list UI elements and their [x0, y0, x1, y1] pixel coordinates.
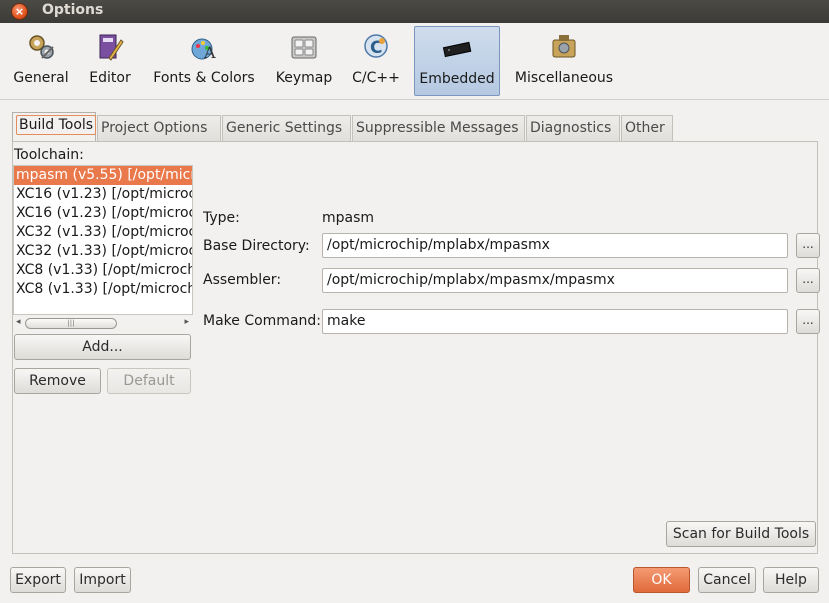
tab-other[interactable]: Other: [621, 115, 673, 141]
tab-project-options[interactable]: Project Options: [97, 115, 221, 141]
misc-tools-icon: [552, 35, 576, 58]
scrollbar-thumb[interactable]: |||: [25, 318, 117, 329]
toolbar-editor[interactable]: Editor: [82, 26, 138, 96]
keyboard-icon: [291, 36, 317, 59]
list-item[interactable]: XC8 (v1.33) [/opt/microchip/xc8/v1.33/bi…: [14, 261, 192, 280]
tab-label: Generic Settings: [226, 120, 343, 136]
c-language-icon: C: [364, 34, 388, 58]
type-value: mpasm: [322, 210, 375, 226]
category-toolbar: General Editor A Fonts & Colors Keymap C…: [0, 23, 829, 100]
toolbar-label: General: [13, 70, 69, 86]
export-button[interactable]: Export: [10, 567, 66, 593]
close-icon[interactable]: ×: [11, 3, 28, 20]
make-command-label: Make Command:: [203, 313, 322, 329]
toolbar-label: Editor: [89, 70, 131, 86]
base-directory-field[interactable]: /opt/microchip/mplabx/mpasmx: [322, 233, 788, 258]
default-button[interactable]: Default: [107, 368, 191, 394]
tab-generic-settings[interactable]: Generic Settings: [222, 115, 351, 141]
horizontal-scrollbar[interactable]: ◂ ||| ▸: [13, 316, 193, 332]
make-command-field[interactable]: make: [322, 309, 788, 334]
list-item[interactable]: mpasm (v5.55) [/opt/microchip/mplabx/mpa…: [14, 166, 192, 185]
list-item[interactable]: XC32 (v1.33) [/opt/microchip/xc32/v1.33/…: [14, 223, 192, 242]
window-title: Options: [42, 2, 104, 18]
help-button[interactable]: Help: [763, 567, 819, 593]
browse-make-command-button[interactable]: ...: [796, 309, 820, 334]
tab-diagnostics[interactable]: Diagnostics: [526, 115, 620, 141]
browse-base-directory-button[interactable]: ...: [796, 233, 820, 258]
type-label: Type:: [203, 210, 240, 226]
list-item[interactable]: XC16 (v1.23) [/opt/microchip/xc16/v1.23/…: [14, 204, 192, 223]
import-button[interactable]: Import: [74, 567, 131, 593]
base-directory-label: Base Directory:: [203, 238, 310, 254]
tab-label: Suppressible Messages: [356, 120, 519, 136]
list-item[interactable]: XC32 (v1.33) [/opt/microchip/xc32/v1.33/…: [14, 242, 192, 261]
toolbar-keymap[interactable]: Keymap: [270, 26, 338, 96]
toolbar-fonts-colors[interactable]: A Fonts & Colors: [146, 26, 262, 96]
chip-icon: [442, 41, 472, 58]
list-item[interactable]: XC16 (v1.23) [/opt/microchip/xc16/v1.23/…: [14, 185, 192, 204]
tab-suppressible-messages[interactable]: Suppressible Messages: [352, 115, 525, 141]
gears-icon: [29, 35, 54, 59]
tab-label: Build Tools: [16, 115, 97, 135]
tab-label: Project Options: [101, 120, 208, 136]
browse-assembler-button[interactable]: ...: [796, 268, 820, 293]
toolbar-embedded[interactable]: Embedded: [414, 26, 500, 96]
title-bar: × Options: [0, 0, 829, 23]
tab-label: Other: [625, 120, 665, 136]
ok-button[interactable]: OK: [633, 567, 690, 593]
toolchain-label: Toolchain:: [14, 147, 84, 163]
scroll-left-icon[interactable]: ◂: [16, 317, 21, 327]
tab-label: Diagnostics: [530, 120, 612, 136]
toolbar-label: Fonts & Colors: [153, 70, 255, 86]
toolbar-label: Embedded: [419, 71, 495, 87]
cancel-button[interactable]: Cancel: [698, 567, 756, 593]
toolbar-label: C/C++: [352, 70, 400, 86]
remove-button[interactable]: Remove: [14, 368, 101, 394]
toolbar-c-cpp[interactable]: C C/C++: [346, 26, 406, 96]
toolbar-label: Keymap: [275, 70, 333, 86]
pencil-notebook-icon: [99, 34, 124, 61]
font-palette-icon: A: [191, 38, 216, 62]
toolbar-general[interactable]: General: [6, 26, 76, 96]
list-item[interactable]: XC8 (v1.33) [/opt/microchip/xc8/v1.33/bi…: [14, 280, 192, 299]
svg-text:A: A: [203, 43, 216, 62]
scroll-right-icon[interactable]: ▸: [184, 317, 189, 327]
assembler-label: Assembler:: [203, 272, 282, 288]
toolbar-label: Miscellaneous: [514, 70, 614, 86]
scan-build-tools-button[interactable]: Scan for Build Tools: [666, 521, 816, 547]
add-button[interactable]: Add...: [14, 334, 191, 360]
toolchain-list[interactable]: mpasm (v5.55) [/opt/microchip/mplabx/mpa…: [13, 165, 193, 315]
assembler-field[interactable]: /opt/microchip/mplabx/mpasmx/mpasmx: [322, 268, 788, 293]
tab-build-tools[interactable]: Build Tools: [12, 112, 97, 142]
toolbar-miscellaneous[interactable]: Miscellaneous: [510, 26, 618, 96]
tab-strip: Build Tools Project Options Generic Sett…: [12, 112, 818, 142]
